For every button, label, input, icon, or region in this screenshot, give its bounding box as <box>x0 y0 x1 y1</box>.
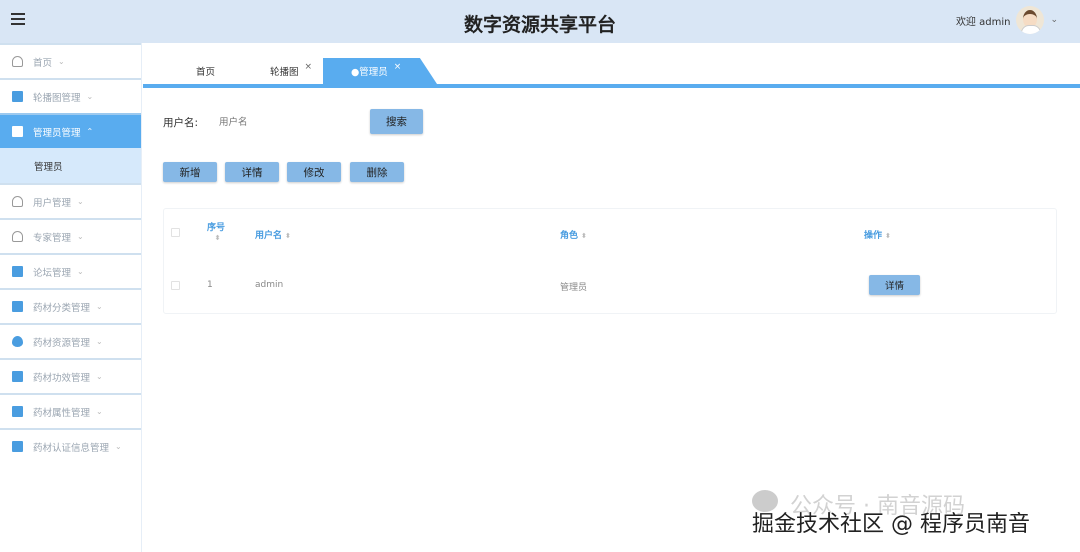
sidebar-item-home[interactable]: 首页 ⌄ <box>0 43 141 78</box>
search-button[interactable]: 搜索 <box>370 109 423 134</box>
header-role[interactable]: 角色 ⬍ <box>560 228 587 241</box>
sidebar: 首页 ⌄ 轮播图管理 ⌄ 管理员管理 ⌃ 管理员 用户管理 ⌄ 专家管理 ⌄ 论坛管理 ⌄ … <box>0 43 142 552</box>
sidebar-item-label: 首页 <box>33 57 53 69</box>
book-icon <box>12 301 23 312</box>
image-icon <box>12 91 23 102</box>
sidebar-item-experts[interactable]: 专家管理 ⌄ <box>0 218 141 253</box>
header-label: 用户名 <box>255 231 283 241</box>
cell-role: 管理员 <box>560 283 588 293</box>
sidebar-item-herb-resource[interactable]: 药材资源管理 ⌄ <box>0 323 141 358</box>
drop-icon <box>12 336 23 347</box>
header-username[interactable]: 用户名 ⬍ <box>255 228 291 241</box>
username-input[interactable] <box>212 110 362 134</box>
sidebar-item-label: 药材分类管理 <box>33 302 91 314</box>
row-checkbox[interactable] <box>171 281 180 290</box>
chevron-down-icon: ⌄ <box>96 372 103 381</box>
tab-home[interactable]: 首页 <box>196 58 215 84</box>
sort-icon[interactable]: ⬍ <box>885 232 891 240</box>
sidebar-subitem-admin[interactable]: 管理员 <box>0 148 141 183</box>
header-label: 角色 <box>560 231 579 241</box>
sidebar-item-carousel[interactable]: 轮播图管理 ⌄ <box>0 78 141 113</box>
sidebar-item-label: 用户管理 <box>33 197 72 209</box>
sidebar-item-label: 管理员管理 <box>33 127 81 139</box>
folder-icon <box>12 266 23 277</box>
header-action[interactable]: 操作 ⬍ <box>864 228 891 241</box>
card-icon <box>12 441 23 452</box>
detail-button[interactable]: 详情 <box>225 162 279 182</box>
sort-icon[interactable]: ⬍ <box>285 232 291 240</box>
sidebar-item-herb-certification[interactable]: 药材认证信息管理 ⌄ <box>0 428 141 463</box>
chevron-down-icon: ⌄ <box>77 232 84 241</box>
delete-button[interactable]: 删除 <box>350 162 404 182</box>
welcome-text: 欢迎 admin <box>955 16 1011 28</box>
chevron-down-icon: ⌄ <box>77 267 84 276</box>
avatar[interactable] <box>1016 6 1045 34</box>
close-icon[interactable]: × <box>305 62 313 72</box>
edit-button[interactable]: 修改 <box>287 162 341 182</box>
tab-bar: 首页 轮播图 × ●管理员 × <box>143 44 1080 88</box>
chevron-down-icon: ⌄ <box>96 302 103 311</box>
sidebar-item-users[interactable]: 用户管理 ⌄ <box>0 183 141 218</box>
box-icon <box>12 371 23 382</box>
cell-username: admin <box>255 280 284 290</box>
sidebar-item-herb-effect[interactable]: 药材功效管理 ⌄ <box>0 358 141 393</box>
sidebar-item-forum[interactable]: 论坛管理 ⌄ <box>0 253 141 288</box>
header-label: 操作 <box>864 231 883 241</box>
sidebar-item-label: 药材认证信息管理 <box>33 442 110 454</box>
header-label: 序号 <box>207 223 226 233</box>
top-header: 数字资源共享平台 欢迎 admin ⌄ <box>0 0 1080 43</box>
tab-label: 轮播图 <box>270 67 299 78</box>
add-button[interactable]: 新增 <box>163 162 217 182</box>
chevron-down-icon: ⌄ <box>58 57 65 66</box>
chevron-down-icon: ⌄ <box>115 442 122 451</box>
header-index[interactable]: 序号 ⬍ <box>207 220 225 243</box>
chevron-down-icon: ⌄ <box>96 337 103 346</box>
briefcase-icon <box>12 126 23 137</box>
close-icon[interactable]: × <box>394 62 402 72</box>
sidebar-item-admin-mgmt[interactable]: 管理员管理 ⌃ <box>0 113 141 148</box>
user-icon <box>12 231 23 242</box>
sidebar-item-label: 药材属性管理 <box>33 407 91 419</box>
tab-label: 首页 <box>196 67 216 78</box>
select-all-checkbox[interactable] <box>171 228 180 237</box>
user-menu[interactable]: 欢迎 admin ⌄ <box>956 6 1058 34</box>
tab-label: ●管理员 <box>351 67 388 78</box>
sidebar-item-label: 论坛管理 <box>33 267 72 279</box>
watermark-line2: 掘金技术社区 @ 程序员南音 <box>752 512 1030 537</box>
tab-admin[interactable]: ●管理员 × <box>323 58 437 84</box>
sidebar-item-label: 药材功效管理 <box>33 372 91 384</box>
sidebar-item-herb-category[interactable]: 药材分类管理 ⌄ <box>0 288 141 323</box>
cell-index: 1 <box>207 280 213 290</box>
user-icon <box>12 196 23 207</box>
username-label: 用户名: <box>163 117 199 129</box>
window-icon <box>12 406 23 417</box>
chevron-down-icon: ⌄ <box>86 92 94 101</box>
chevron-up-icon: ⌃ <box>86 127 94 136</box>
sidebar-item-herb-property[interactable]: 药材属性管理 ⌄ <box>0 393 141 428</box>
sort-icon[interactable]: ⬍ <box>215 234 221 242</box>
chevron-down-icon: ⌄ <box>96 407 103 416</box>
sort-icon[interactable]: ⬍ <box>581 232 587 240</box>
chevron-down-icon[interactable]: ⌄ <box>1050 15 1058 25</box>
sidebar-item-label: 轮播图管理 <box>33 92 81 104</box>
home-icon <box>12 56 23 67</box>
tab-carousel[interactable]: 轮播图 × <box>270 58 312 84</box>
chevron-down-icon: ⌄ <box>77 197 84 206</box>
row-detail-button[interactable]: 详情 <box>869 275 920 295</box>
sidebar-item-label: 药材资源管理 <box>33 337 91 349</box>
app-title: 数字资源共享平台 <box>463 14 616 36</box>
sidebar-item-label: 专家管理 <box>33 232 72 244</box>
admin-table: 序号 ⬍ 用户名 ⬍ 角色 ⬍ 操作 ⬍ 1 admin 管理员 详情 <box>163 208 1057 314</box>
